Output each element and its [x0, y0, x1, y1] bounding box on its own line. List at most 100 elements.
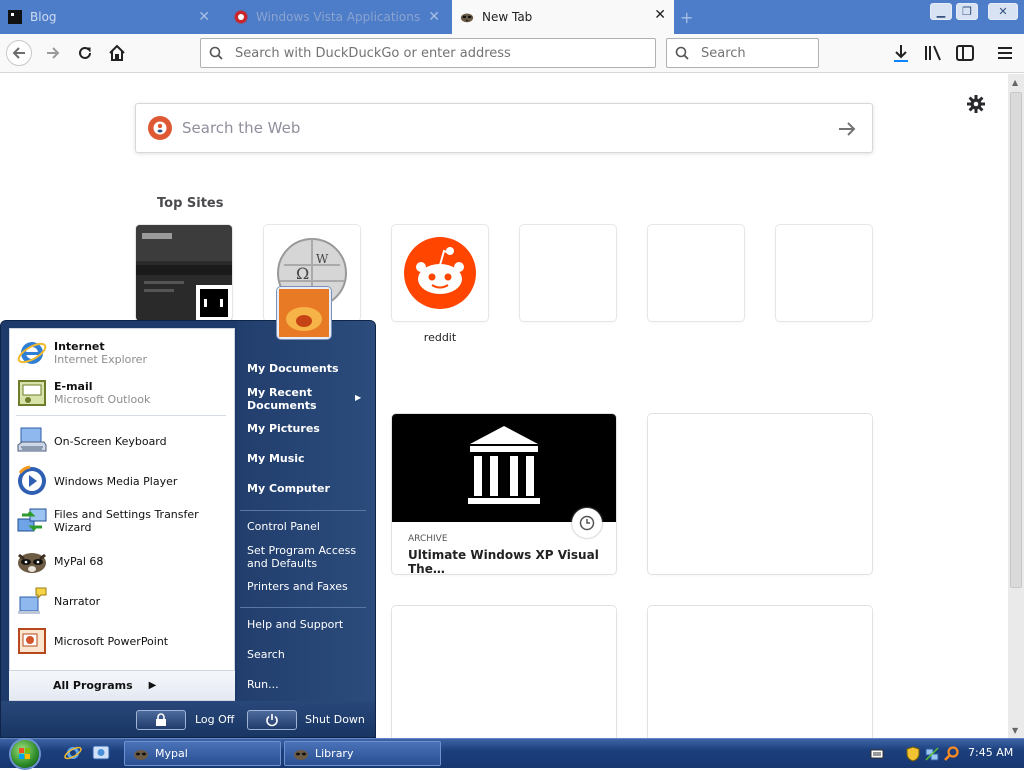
start-item-label: Microsoft PowerPoint	[54, 634, 169, 648]
network-icon[interactable]	[924, 746, 940, 762]
mypal-raccoon-icon	[18, 553, 46, 573]
log-off-button[interactable]	[136, 710, 186, 730]
start-item-label: MyPal 68	[54, 554, 104, 568]
all-programs-button[interactable]: All Programs ▶	[9, 670, 235, 700]
clock-history-icon	[572, 508, 602, 538]
close-tab-icon[interactable]: ✕	[654, 7, 666, 23]
start-item-narrator[interactable]: Narrator	[16, 584, 236, 618]
close-tab-icon[interactable]: ✕	[428, 9, 440, 25]
place-help-and-support[interactable]: Help and Support	[247, 618, 343, 631]
start-menu-divider	[240, 510, 366, 511]
start-item-windows-media-player[interactable]: Windows Media Player	[16, 464, 236, 498]
top-site-label: reddit	[423, 331, 457, 344]
taskbar-window-library[interactable]: Library	[284, 741, 441, 766]
hamburger-menu-icon	[998, 47, 1012, 59]
tab-blog[interactable]: Blog ✕	[0, 2, 218, 32]
start-item-label: On-Screen Keyboard	[54, 434, 167, 448]
start-item-email[interactable]: E-mail Microsoft Outlook	[16, 376, 236, 410]
highlight-kind: ARCHIVE	[408, 534, 448, 544]
place-my-music[interactable]: My Music	[247, 452, 305, 465]
new-tab-plus-icon[interactable]: +	[680, 8, 693, 27]
sidebar-icon	[956, 45, 974, 61]
arrow-right-icon: ▶	[148, 680, 157, 691]
start-item-label: Narrator	[54, 594, 101, 608]
start-item-on-screen-keyboard[interactable]: On-Screen Keyboard	[16, 424, 236, 458]
address-bar[interactable]: Search with DuckDuckGo or enter address	[200, 38, 656, 68]
tab-label: Blog	[30, 10, 57, 24]
taskbar-window-mypal[interactable]: Mypal	[124, 741, 281, 766]
top-site-empty-slot[interactable]	[520, 225, 616, 321]
menu-button[interactable]	[992, 40, 1018, 66]
minimize-button[interactable]: ▁	[930, 3, 952, 20]
vertical-scrollbar-thumb[interactable]	[1010, 92, 1022, 588]
shut-down-button[interactable]	[247, 710, 297, 730]
keyboard-icon	[17, 427, 47, 452]
search-submit-arrow-icon[interactable]	[838, 121, 856, 137]
web-search-box[interactable]: Search the Web	[135, 103, 873, 153]
downloads-button[interactable]	[888, 40, 914, 66]
highlight-empty-slot	[648, 414, 872, 574]
scroll-down-arrow-icon[interactable]: ▼	[1012, 726, 1018, 735]
taskbar-clock[interactable]: 7:45 AM	[968, 746, 1013, 759]
home-button[interactable]	[104, 40, 130, 66]
sidebar-button[interactable]	[952, 40, 978, 66]
tab-windows-vista-applications[interactable]: Windows Vista Applications ✕	[226, 2, 448, 32]
quick-launch-internet-explorer-icon[interactable]	[64, 744, 82, 765]
reddit-logo-icon	[404, 237, 476, 309]
security-shield-icon[interactable]	[906, 746, 920, 762]
highlight-title: Ultimate Windows XP Visual The…	[408, 548, 599, 574]
log-off-label[interactable]: Log Off	[195, 713, 234, 726]
close-window-button[interactable]: ✕	[988, 3, 1018, 20]
flower-picture-icon	[279, 289, 329, 337]
start-button[interactable]	[11, 740, 39, 768]
library-icon	[925, 45, 941, 61]
close-tab-icon[interactable]: ✕	[198, 9, 210, 25]
place-printers-and-faxes[interactable]: Printers and Faxes	[247, 580, 348, 593]
start-item-label: Windows Media Player	[54, 474, 178, 488]
svg-text:W: W	[316, 252, 329, 266]
library-button[interactable]	[920, 40, 946, 66]
shut-down-label[interactable]: Shut Down	[305, 713, 365, 726]
duckduckgo-logo-icon	[148, 116, 172, 140]
top-site-tile[interactable]	[136, 225, 232, 321]
start-item-powerpoint[interactable]: Microsoft PowerPoint	[16, 624, 236, 658]
start-item-subtitle: Internet Explorer	[54, 353, 147, 366]
mypal-raccoon-icon	[460, 13, 474, 23]
search-bar[interactable]: Search	[666, 38, 819, 68]
arrow-right-icon: ▶	[355, 393, 362, 402]
keyboard-layout-icon[interactable]	[870, 748, 884, 760]
place-my-documents[interactable]: My Documents	[247, 362, 339, 375]
powerpoint-icon	[18, 628, 46, 654]
top-site-tile-reddit[interactable]	[392, 225, 488, 321]
quick-launch-show-desktop-icon[interactable]	[92, 744, 110, 765]
restore-button[interactable]: ❐	[956, 3, 978, 20]
place-search[interactable]: Search	[247, 648, 285, 661]
start-item-mypal[interactable]: MyPal 68	[16, 544, 236, 578]
lock-icon	[156, 713, 166, 726]
all-programs-label: All Programs	[53, 679, 133, 692]
place-my-computer[interactable]: My Computer	[247, 482, 330, 495]
start-item-transfer-wizard[interactable]: Files and Settings Transfer Wizard	[16, 504, 236, 538]
blog-favicon-icon	[8, 10, 22, 24]
place-control-panel[interactable]: Control Panel	[247, 520, 320, 533]
place-run[interactable]: Run...	[247, 678, 279, 691]
reload-button[interactable]	[72, 40, 98, 66]
scroll-up-arrow-icon[interactable]: ▲	[1012, 78, 1018, 87]
top-site-empty-slot[interactable]	[776, 225, 872, 321]
start-item-title: E-mail	[54, 380, 93, 393]
place-my-recent-documents[interactable]: My Recent Documents	[247, 386, 337, 412]
tab-new-tab[interactable]: New Tab ✕	[452, 0, 674, 34]
highlight-card[interactable]: ARCHIVE Ultimate Windows XP Visual The…	[392, 414, 616, 574]
mypal-raccoon-icon	[294, 749, 308, 760]
forward-button[interactable]	[40, 40, 66, 66]
settings-gear-icon[interactable]	[966, 94, 986, 117]
place-my-pictures[interactable]: My Pictures	[247, 422, 320, 435]
navigation-toolbar: Search with DuckDuckGo or enter address …	[0, 34, 1024, 73]
place-set-program-access[interactable]: Set Program Access and Defaults	[247, 544, 362, 570]
user-avatar[interactable]	[277, 287, 331, 339]
top-site-empty-slot[interactable]	[648, 225, 744, 321]
search-tray-icon[interactable]	[944, 746, 960, 762]
start-item-internet[interactable]: Internet Internet Explorer	[16, 336, 236, 370]
site-favicon-icon	[234, 10, 248, 24]
back-button[interactable]	[6, 40, 32, 66]
